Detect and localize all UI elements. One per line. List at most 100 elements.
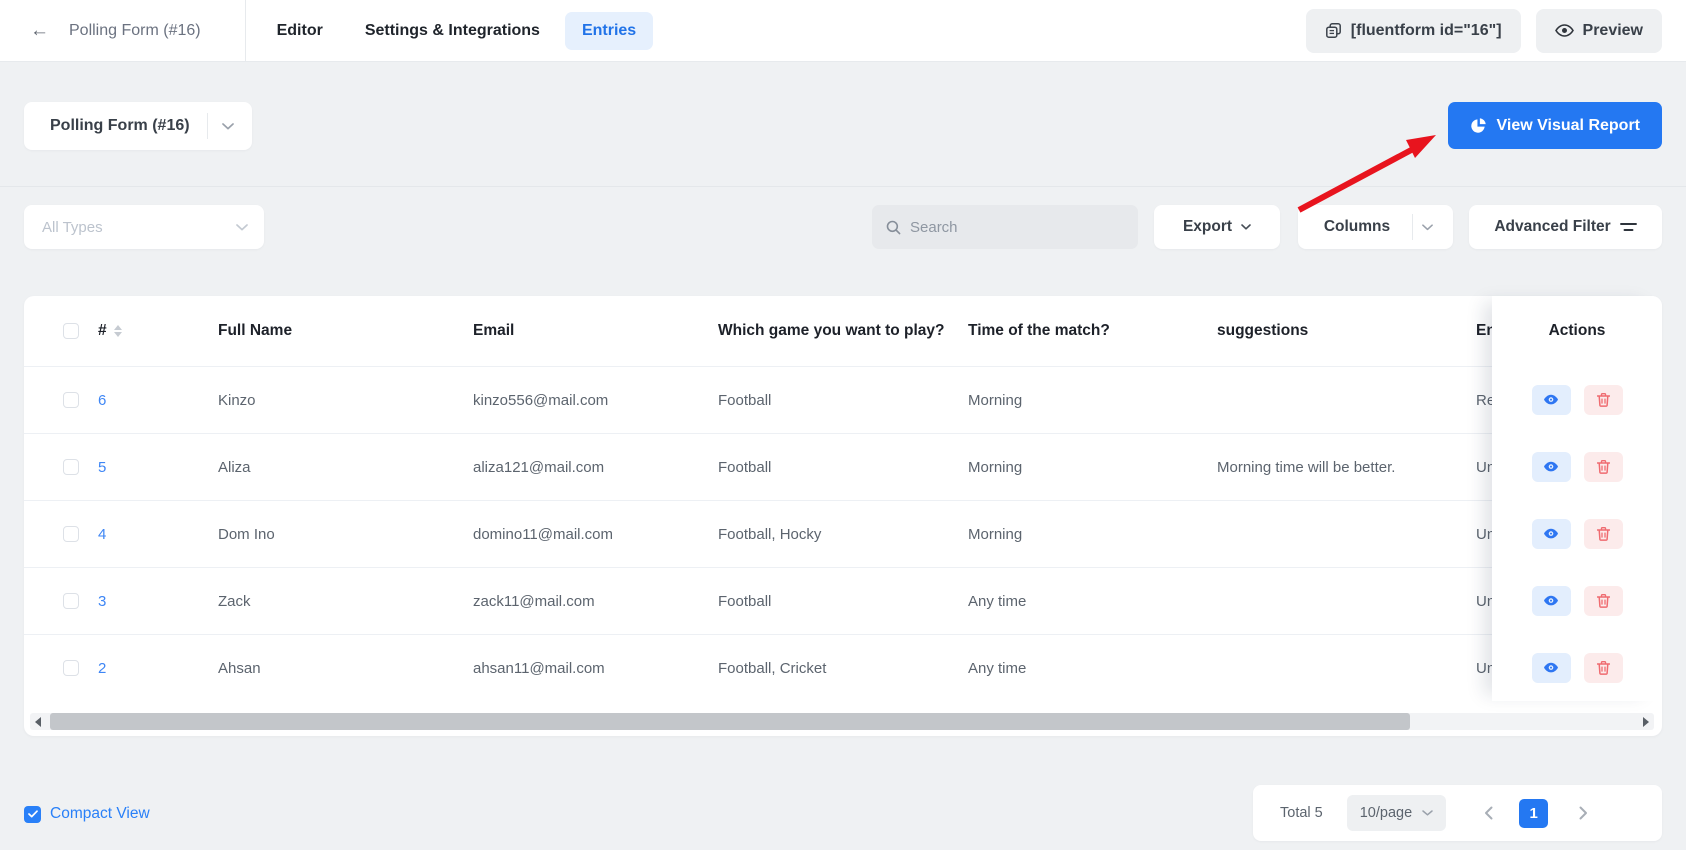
- table-row: 6 Kinzo kinzo556@mail.com Football Morni…: [24, 366, 1662, 433]
- pagination-bar: Total 5 10/page 1: [1253, 785, 1662, 841]
- trash-icon: [1596, 526, 1610, 541]
- scrollbar-thumb[interactable]: [50, 713, 1410, 730]
- column-header-suggestions: suggestions: [1217, 322, 1309, 339]
- page-size-value: 10/page: [1359, 805, 1413, 821]
- view-entry-button[interactable]: [1531, 585, 1571, 616]
- search-box[interactable]: [872, 205, 1138, 249]
- sort-icon[interactable]: [113, 325, 122, 337]
- type-filter-dropdown[interactable]: All Types: [24, 205, 264, 249]
- actions-cell: [1492, 433, 1662, 500]
- cell-time: Morning: [968, 391, 1023, 409]
- advanced-filter-label: Advanced Filter: [1494, 218, 1611, 235]
- row-checkbox[interactable]: [63, 392, 79, 408]
- delete-entry-button[interactable]: [1583, 451, 1623, 482]
- actions-cell: [1492, 567, 1662, 634]
- pie-chart-icon: [1470, 117, 1487, 134]
- view-visual-report-button[interactable]: View Visual Report: [1447, 102, 1662, 149]
- trash-icon: [1596, 392, 1610, 407]
- checkbox-checked-icon[interactable]: [24, 805, 41, 823]
- delete-entry-button[interactable]: [1583, 585, 1623, 616]
- cell-full-name: Ahsan: [218, 659, 261, 677]
- row-checkbox[interactable]: [63, 593, 79, 609]
- entry-id-link[interactable]: 3: [98, 593, 106, 610]
- delete-entry-button[interactable]: [1583, 652, 1623, 683]
- divider: [1412, 214, 1414, 240]
- tab-editor[interactable]: Editor: [260, 12, 340, 50]
- compact-view-label: Compact View: [50, 805, 150, 822]
- advanced-filter-button[interactable]: Advanced Filter: [1469, 205, 1662, 249]
- toolbar: Polling Form (#16) View Visual Report: [24, 102, 1662, 150]
- divider: [244, 0, 246, 62]
- entry-id-link[interactable]: 4: [98, 526, 106, 543]
- column-header-full-name: Full Name: [218, 322, 293, 339]
- entry-id-link[interactable]: 6: [98, 392, 106, 409]
- view-entry-button[interactable]: [1531, 384, 1571, 415]
- scroll-right-arrow-icon[interactable]: [1643, 716, 1649, 727]
- chevron-down-icon: [1422, 223, 1434, 231]
- page-number-button[interactable]: 1: [1519, 798, 1549, 828]
- cell-email: domino11@mail.com: [473, 525, 614, 543]
- eye-icon: [1543, 595, 1559, 607]
- column-header-actions: Actions: [1548, 322, 1606, 339]
- filter-row: All Types Export Columns Advanced Filter: [24, 205, 1662, 249]
- table-row: 4 Dom Ino domino11@mail.com Football, Ho…: [24, 500, 1662, 567]
- row-checkbox[interactable]: [63, 526, 79, 542]
- cell-full-name: Dom Ino: [218, 525, 275, 543]
- row-checkbox[interactable]: [63, 660, 79, 676]
- delete-entry-button[interactable]: [1583, 384, 1623, 415]
- page-size-dropdown[interactable]: 10/page: [1346, 795, 1447, 831]
- next-page-button[interactable]: [1579, 806, 1588, 820]
- select-all-checkbox[interactable]: [63, 323, 79, 339]
- search-input[interactable]: [910, 218, 1124, 236]
- row-checkbox[interactable]: [63, 459, 79, 475]
- total-count-label: Total 5: [1280, 805, 1323, 821]
- actions-cell: [1492, 634, 1662, 701]
- shortcode-button[interactable]: [fluentform id="16"]: [1305, 8, 1521, 53]
- shortcode-label: [fluentform id="16"]: [1350, 21, 1502, 39]
- form-selector-dropdown[interactable]: Polling Form (#16): [24, 102, 252, 150]
- tab-bar: Editor Settings & Integrations Entries: [260, 11, 654, 50]
- entry-id-link[interactable]: 2: [98, 660, 106, 677]
- cell-game: Football: [718, 592, 772, 610]
- horizontal-scrollbar[interactable]: [30, 713, 1654, 730]
- actions-cell: [1492, 366, 1662, 433]
- cell-full-name: Zack: [218, 592, 251, 610]
- entries-table: # Full Name Email Which game you want to…: [24, 296, 1662, 736]
- cell-email: kinzo556@mail.com: [473, 391, 609, 409]
- cell-game: Football: [718, 458, 772, 476]
- cell-email: ahsan11@mail.com: [473, 659, 605, 677]
- cell-email: zack11@mail.com: [473, 592, 595, 610]
- previous-page-button[interactable]: [1484, 806, 1493, 820]
- columns-dropdown-button[interactable]: Columns: [1298, 205, 1453, 249]
- eye-icon: [1543, 394, 1559, 406]
- section-divider: [0, 186, 1686, 187]
- cell-time: Any time: [968, 592, 1027, 610]
- view-entry-button[interactable]: [1531, 518, 1571, 549]
- export-dropdown-button[interactable]: Export: [1154, 205, 1280, 249]
- preview-label: Preview: [1582, 21, 1643, 39]
- cell-time: Morning: [968, 458, 1023, 476]
- preview-button[interactable]: Preview: [1535, 8, 1662, 53]
- view-visual-report-label: View Visual Report: [1496, 116, 1640, 134]
- export-label: Export: [1182, 218, 1233, 235]
- top-bar: ← Polling Form (#16) Editor Settings & I…: [0, 0, 1686, 62]
- cell-game: Football, Hocky: [718, 525, 822, 543]
- cell-full-name: Kinzo: [218, 391, 256, 409]
- column-header-email: Email: [473, 322, 515, 339]
- scroll-left-arrow-icon[interactable]: [35, 716, 41, 727]
- chevron-down-icon: [236, 223, 248, 231]
- cell-game: Football, Cricket: [718, 659, 827, 677]
- table-row: 2 Ahsan ahsan11@mail.com Football, Crick…: [24, 634, 1662, 701]
- chevron-down-icon: [1241, 224, 1251, 230]
- tab-entries[interactable]: Entries: [564, 11, 654, 50]
- entry-id-link[interactable]: 5: [98, 459, 106, 476]
- back-button[interactable]: ←: [30, 21, 49, 40]
- view-entry-button[interactable]: [1531, 451, 1571, 482]
- delete-entry-button[interactable]: [1583, 518, 1623, 549]
- view-entry-button[interactable]: [1531, 652, 1571, 683]
- eye-icon: [1554, 24, 1574, 37]
- tab-settings-integrations[interactable]: Settings & Integrations: [348, 12, 557, 50]
- form-selector-value: Polling Form (#16): [50, 117, 190, 134]
- type-filter-value: All Types: [42, 218, 103, 236]
- compact-view-toggle[interactable]: Compact View: [24, 799, 150, 829]
